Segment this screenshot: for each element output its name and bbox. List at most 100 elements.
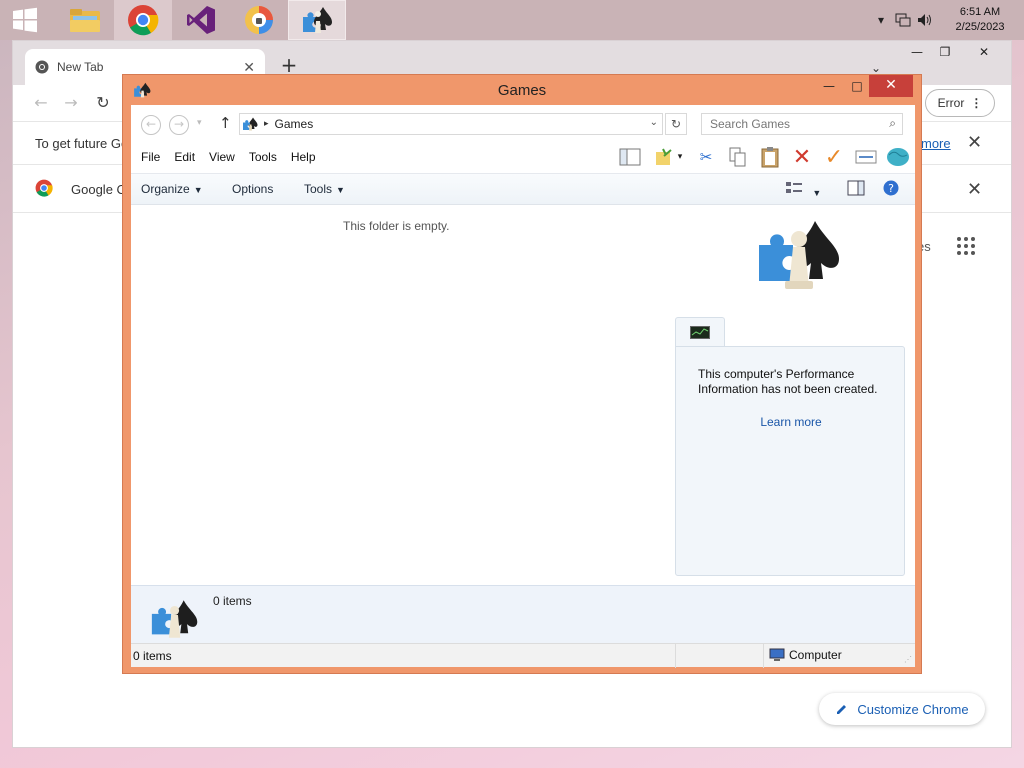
chrome-close-button[interactable]: ✕	[957, 41, 1011, 63]
profile-error-button[interactable]: Error ⋮	[925, 89, 995, 117]
resize-grip-icon[interactable]: ⋰	[904, 655, 912, 664]
search-icon: ⌕	[889, 116, 896, 130]
pencil-icon	[837, 705, 847, 714]
info-bar-text: To get future Ge	[35, 136, 129, 151]
google-chrome-icon	[35, 179, 53, 197]
explorer-title-bar[interactable]: Games — □ ✕	[123, 75, 921, 105]
up-arrow-icon[interactable]: ↑	[219, 114, 232, 132]
back-icon[interactable]: ←	[29, 91, 53, 115]
menu-tools[interactable]: Tools	[249, 150, 277, 164]
taskbar-file-explorer[interactable]	[56, 0, 114, 40]
help-icon[interactable]: ?	[883, 180, 899, 199]
visual-studio-icon	[187, 6, 215, 34]
close-button[interactable]: ✕	[869, 75, 913, 97]
chrome-tab-favicon-icon	[35, 60, 49, 74]
customize-chrome-button[interactable]: Customize Chrome	[819, 693, 985, 725]
system-tray: ▾ 6:51 AM 2/25/2023	[870, 0, 1024, 40]
address-dropdown-icon[interactable]: ⌄	[650, 117, 658, 128]
menu-view[interactable]: View	[209, 150, 235, 164]
clock-time: 6:51 AM	[959, 6, 1001, 18]
reload-icon[interactable]: ↻	[91, 91, 115, 115]
games-explorer-window: Games — □ ✕ ← → ▾ ↑ ▸ Games ⌄ ↻ Search G…	[122, 74, 922, 674]
status-location: Computer	[769, 648, 842, 662]
forward-button[interactable]: →	[169, 115, 189, 135]
address-bar[interactable]: ▸ Games ⌄	[239, 113, 663, 135]
status-divider	[675, 644, 676, 668]
empty-folder-text: This folder is empty.	[343, 219, 450, 233]
breadcrumb-separator-icon: ▸	[264, 119, 269, 129]
tools-button[interactable]: Tools ▼	[304, 182, 345, 196]
maximize-button[interactable]: □	[843, 75, 871, 97]
info-bar-close-icon[interactable]: ✕	[967, 132, 982, 153]
info-bar-link[interactable]: more	[921, 136, 951, 151]
back-button[interactable]: ←	[141, 115, 161, 135]
properties-check-icon[interactable]: ✓	[821, 144, 847, 170]
organize-dropdown-icon: ▼	[193, 185, 203, 195]
taskbar-games[interactable]	[288, 0, 346, 40]
menu-edit[interactable]: Edit	[174, 150, 195, 164]
games-large-icon	[759, 221, 839, 289]
taskbar-security-app[interactable]	[230, 0, 288, 40]
bookmark-bar-close-icon[interactable]: ✕	[967, 179, 982, 200]
file-list[interactable]	[131, 205, 661, 585]
rename-icon[interactable]	[853, 144, 879, 170]
games-crumb-icon	[243, 117, 258, 131]
network-icon[interactable]	[892, 0, 914, 40]
details-item-count: 0 items	[213, 594, 252, 608]
show-hidden-icons-icon[interactable]: ▾	[870, 0, 892, 40]
status-divider	[763, 644, 764, 668]
options-button[interactable]: Options	[232, 182, 273, 196]
copy-icon[interactable]	[725, 144, 751, 170]
windows-logo-icon	[13, 7, 37, 33]
toolbar-icons: ▾ ✂ ✕ ✓	[617, 143, 915, 171]
forward-icon[interactable]: →	[59, 91, 83, 115]
cut-icon[interactable]: ✂	[693, 144, 719, 170]
clock-date: 2/25/2023	[955, 21, 1005, 33]
minimize-button[interactable]: —	[815, 75, 843, 97]
taskbar: ▾ 6:51 AM 2/25/2023	[0, 0, 1024, 40]
breadcrumb-games[interactable]: Games	[275, 117, 314, 131]
clock[interactable]: 6:51 AM 2/25/2023	[936, 5, 1024, 35]
taskbar-visual-studio[interactable]	[172, 0, 230, 40]
status-item-count: 0 items	[133, 649, 172, 663]
search-input[interactable]: Search Games ⌕	[701, 113, 903, 135]
recent-locations-icon[interactable]: ▾	[197, 118, 202, 128]
folder-icon	[70, 9, 100, 32]
tab-search-icon[interactable]: ⌄	[871, 61, 881, 75]
start-button[interactable]	[0, 0, 50, 40]
menu-file[interactable]: File	[141, 150, 160, 164]
volume-icon[interactable]	[914, 0, 936, 40]
details-pane: 0 items	[131, 585, 915, 643]
performance-monitor-icon	[690, 326, 710, 339]
layout-icon[interactable]	[617, 144, 643, 170]
games-icon	[303, 7, 332, 33]
security-app-icon	[245, 6, 273, 34]
more-menu-icon: ⋮	[970, 96, 983, 110]
performance-tab[interactable]	[675, 317, 725, 347]
paste-icon[interactable]	[757, 144, 783, 170]
globe-icon[interactable]	[885, 144, 911, 170]
address-row: ← → ▾ ↑ ▸ Games ⌄ ↻ Search Games ⌕	[131, 105, 915, 141]
chrome-icon	[128, 5, 159, 36]
change-view-icon[interactable]: ▼	[785, 180, 821, 199]
taskbar-chrome[interactable]	[114, 0, 172, 40]
menu-help[interactable]: Help	[291, 150, 316, 164]
close-tab-icon[interactable]: ✕	[243, 59, 255, 76]
status-bar: 0 items Computer ⋰	[131, 643, 915, 668]
preview-pane: This computer's Performance Information …	[661, 205, 915, 585]
delete-icon[interactable]: ✕	[789, 144, 815, 170]
status-location-label: Computer	[789, 648, 842, 662]
refresh-button[interactable]: ↻	[665, 113, 687, 135]
organize-button[interactable]: Organize ▼	[141, 182, 203, 196]
preview-pane-icon[interactable]	[847, 180, 865, 199]
menu-bar: File Edit View Tools Help ▾ ✂ ✕ ✓	[131, 141, 915, 173]
explorer-body: ← → ▾ ↑ ▸ Games ⌄ ↻ Search Games ⌕ File …	[131, 105, 915, 668]
folder-options-icon[interactable]: ▾	[649, 144, 687, 170]
performance-text: This computer's Performance Information …	[698, 367, 878, 396]
window-title: Games	[497, 82, 547, 99]
computer-icon	[769, 648, 785, 661]
learn-more-link[interactable]: Learn more	[676, 415, 906, 429]
customize-chrome-label: Customize Chrome	[857, 701, 969, 717]
google-apps-icon[interactable]	[957, 237, 975, 255]
bookmark-text[interactable]: Google C	[71, 182, 126, 197]
